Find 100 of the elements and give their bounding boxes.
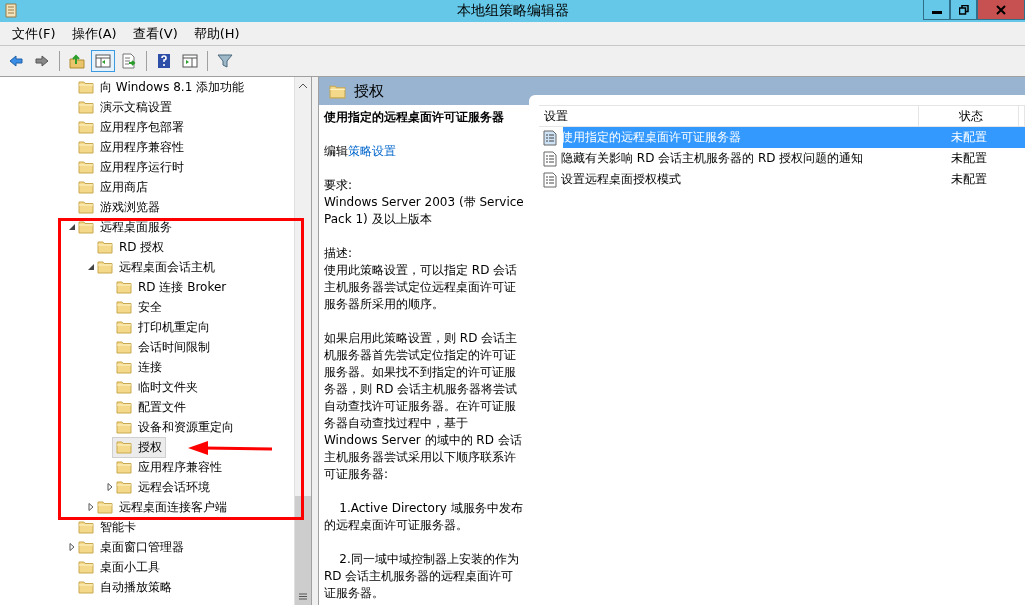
folder-icon bbox=[78, 540, 94, 554]
tree-item[interactable]: 会话时间限制 bbox=[112, 336, 214, 358]
window-title: 本地组策略编辑器 bbox=[456, 2, 569, 20]
folder-icon bbox=[116, 300, 132, 314]
restore-icon bbox=[958, 4, 969, 15]
grip-icon bbox=[298, 593, 307, 600]
policy-settings-link[interactable]: 策略设置 bbox=[348, 144, 396, 158]
setting-state: 未配置 bbox=[950, 150, 988, 167]
tree-item[interactable]: 游戏浏览器 bbox=[74, 196, 164, 218]
folder-icon bbox=[116, 280, 132, 294]
folder-icon bbox=[116, 380, 132, 394]
menu-item[interactable]: 文件(F) bbox=[4, 24, 64, 43]
tree-item[interactable]: 应用程序运行时 bbox=[74, 156, 188, 178]
description-text: Windows Server 2003 (带 Service Pack 1) 及以上版本 bbox=[324, 194, 524, 228]
menu-item[interactable]: 操作(A) bbox=[63, 24, 125, 43]
tree-item[interactable]: 演示文稿设置 bbox=[74, 96, 176, 118]
collapsed-arrow-icon[interactable] bbox=[68, 543, 76, 551]
minimize-button[interactable] bbox=[923, 0, 950, 20]
folder-icon bbox=[116, 400, 132, 414]
forward-arrow-icon bbox=[34, 53, 50, 69]
pane-title: 授权 bbox=[354, 81, 384, 101]
folder-icon bbox=[78, 140, 94, 154]
console-tree-button[interactable] bbox=[91, 50, 115, 72]
folder-icon bbox=[329, 83, 346, 99]
tree-item[interactable]: RD 授权 bbox=[93, 236, 169, 258]
tree-item[interactable]: 应用程序兼容性 bbox=[74, 136, 188, 158]
folder-icon bbox=[116, 420, 132, 434]
collapsed-arrow-icon[interactable] bbox=[106, 483, 114, 491]
tree-item[interactable]: 安全 bbox=[112, 296, 166, 318]
close-icon bbox=[996, 4, 1006, 15]
description-text: 如果启用此策略设置，则 RD 会话主机服务器首先尝试定位指定的许可证服务器。如果找不到指定的许可证服务器，则 RD 会话主机服务器将尝试自动查找许可证服务器。在许可证服务器自动查找过程中，基于 Windows Server 的域中的 RD 会话主机服务器尝试采用以下顺序联系许可证服务器: bbox=[324, 330, 523, 483]
description-text: 描述: bbox=[324, 245, 354, 262]
tree-item[interactable]: 自动播放策略 bbox=[74, 576, 176, 598]
export-list-icon bbox=[121, 53, 137, 69]
menu-item[interactable]: 帮助(H) bbox=[185, 24, 248, 43]
menu-item[interactable]: 查看(V) bbox=[124, 24, 186, 43]
folder-icon bbox=[78, 520, 94, 534]
folder-icon bbox=[116, 360, 132, 374]
tree-item[interactable]: 配置文件 bbox=[112, 396, 190, 418]
setting-name: 隐藏有关影响 RD 会话主机服务器的 RD 授权问题的通知 bbox=[561, 150, 864, 167]
folder-icon bbox=[78, 180, 94, 194]
tree-item[interactable]: 连接 bbox=[112, 356, 166, 378]
tree-item[interactable]: 远程桌面连接客户端 bbox=[93, 496, 231, 518]
tree-item[interactable]: 应用程序兼容性 bbox=[112, 456, 226, 478]
folder-icon bbox=[78, 560, 94, 574]
tree-item[interactable]: 桌面窗口管理器 bbox=[74, 536, 188, 558]
tree-item[interactable]: RD 连接 Broker bbox=[112, 276, 231, 298]
policy-icon bbox=[543, 150, 557, 167]
folder-icon bbox=[78, 220, 94, 234]
setting-state: 未配置 bbox=[950, 129, 988, 146]
restore-button[interactable] bbox=[950, 0, 977, 20]
folder-up-icon bbox=[69, 53, 85, 69]
tree-item[interactable]: 授权 bbox=[112, 436, 166, 458]
setting-row[interactable]: 设置远程桌面授权模式 未配置 bbox=[539, 169, 1025, 190]
tree-item[interactable]: 远程桌面服务 bbox=[74, 216, 176, 238]
folder-icon bbox=[97, 260, 113, 274]
folder-icon bbox=[116, 440, 132, 454]
folder-icon bbox=[116, 340, 132, 354]
folder-icon bbox=[97, 240, 113, 254]
description-text: 2.同一域中域控制器上安装的作为 RD 会话主机服务器的远程桌面许可证服务器。 bbox=[324, 551, 520, 602]
back-arrow-icon bbox=[8, 53, 24, 69]
tree-item[interactable]: 桌面小工具 bbox=[74, 556, 164, 578]
folder-icon bbox=[78, 80, 94, 94]
tree-item[interactable]: 设备和资源重定向 bbox=[112, 416, 238, 438]
description-text: 要求: bbox=[324, 177, 354, 194]
expanded-arrow-icon[interactable] bbox=[68, 223, 76, 231]
folder-icon bbox=[116, 480, 132, 494]
tree-item[interactable]: 打印机重定向 bbox=[112, 316, 214, 338]
folder-icon bbox=[78, 120, 94, 134]
tree-item[interactable]: 临时文件夹 bbox=[112, 376, 202, 398]
scroll-up-icon[interactable] bbox=[298, 83, 307, 88]
setting-name: 设置远程桌面授权模式 bbox=[561, 171, 681, 188]
description-text: 1.Active Directory 域服务中发布的远程桌面许可证服务器。 bbox=[324, 500, 524, 534]
setting-state: 未配置 bbox=[950, 171, 988, 188]
tree-item[interactable]: 应用商店 bbox=[74, 176, 152, 198]
console-tree-icon bbox=[95, 53, 111, 69]
close-button[interactable] bbox=[977, 0, 1025, 20]
filter-icon bbox=[217, 53, 233, 69]
policy-icon bbox=[543, 171, 557, 188]
setting-row[interactable]: 隐藏有关影响 RD 会话主机服务器的 RD 授权问题的通知 未配置 bbox=[539, 148, 1025, 169]
folder-icon bbox=[78, 160, 94, 174]
policy-title: 使用指定的远程桌面许可证服务器 bbox=[324, 109, 505, 126]
minimize-icon bbox=[931, 11, 942, 14]
tree-item[interactable]: 向 Windows 8.1 添加功能 bbox=[74, 77, 249, 98]
folder-icon bbox=[97, 500, 113, 514]
folder-icon bbox=[78, 100, 94, 114]
column-header[interactable]: 状态 bbox=[919, 106, 1019, 126]
expanded-arrow-icon[interactable] bbox=[87, 263, 95, 271]
help-icon bbox=[156, 53, 172, 69]
tree-item[interactable]: 智能卡 bbox=[74, 516, 140, 538]
column-header[interactable]: 设置 bbox=[539, 106, 919, 126]
folder-icon bbox=[78, 580, 94, 594]
tree-item[interactable]: 远程桌面会话主机 bbox=[93, 256, 219, 278]
folder-icon bbox=[116, 460, 132, 474]
tree-item[interactable]: 应用程序包部署 bbox=[74, 116, 188, 138]
description-text: 使用此策略设置，可以指定 RD 会话主机服务器尝试定位远程桌面许可证服务器所采用的顺序。 bbox=[324, 262, 519, 313]
tree-item[interactable]: 远程会话环境 bbox=[112, 476, 214, 498]
collapsed-arrow-icon[interactable] bbox=[87, 503, 95, 511]
action-pane-icon bbox=[182, 53, 198, 69]
folder-icon bbox=[116, 320, 132, 334]
